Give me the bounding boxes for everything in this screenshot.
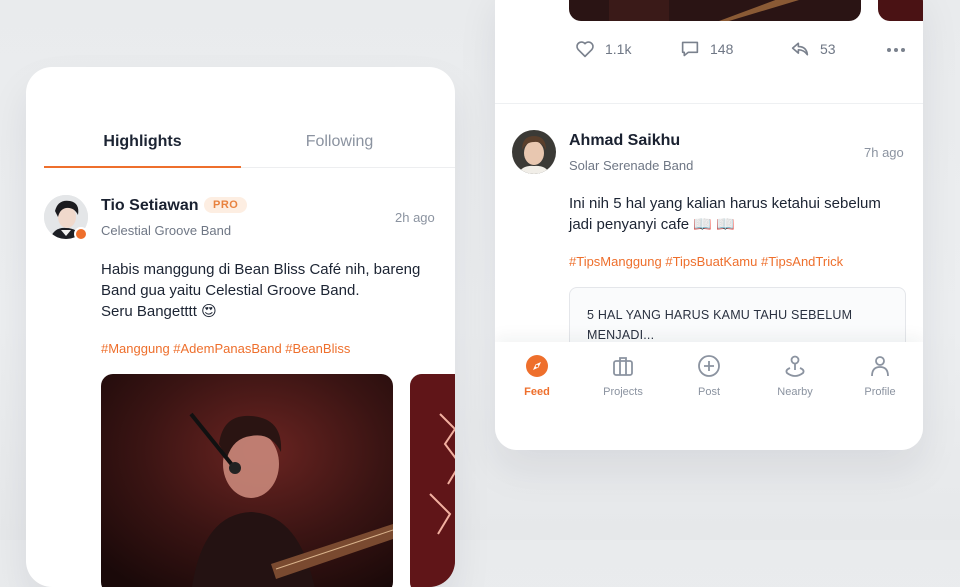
plus-circle-icon xyxy=(698,355,720,377)
nav-projects[interactable]: Projects xyxy=(583,354,663,398)
feed-card-highlights: Highlights Following Tio Setiawan PRO Ce… xyxy=(26,67,455,587)
post-author-band: Celestial Groove Band xyxy=(101,223,232,238)
nav-profile[interactable]: Profile xyxy=(840,354,920,398)
tab-following[interactable]: Following xyxy=(241,121,438,167)
online-status-dot xyxy=(74,227,88,241)
feed-tabs: Highlights Following xyxy=(44,121,455,168)
nav-profile-label: Profile xyxy=(864,386,896,398)
comment-button[interactable]: 148 xyxy=(680,40,733,58)
post-text-line: Habis manggung di Bean Bliss Café nih, b… xyxy=(101,261,421,278)
divider xyxy=(495,103,923,104)
post-actions: 1.1k 148 53 xyxy=(495,40,923,76)
bottom-navigation: Feed Projects Post Nearby Profile xyxy=(495,342,923,450)
like-count: 1.1k xyxy=(605,41,632,57)
feed-card-right: 1.1k 148 53 Ahmad Saikhu Solar Serenade … xyxy=(495,0,923,450)
share-button[interactable]: 53 xyxy=(790,40,836,58)
compass-icon xyxy=(526,355,548,377)
nav-feed-label: Feed xyxy=(524,386,550,398)
post-author-band: Solar Serenade Band xyxy=(569,158,694,173)
more-button[interactable] xyxy=(887,48,905,52)
post-hashtags[interactable]: #Manggung #AdemPanasBand #BeanBliss xyxy=(101,341,350,356)
tab-highlights[interactable]: Highlights xyxy=(44,121,241,168)
post-author-name[interactable]: Ahmad Saikhu xyxy=(569,132,680,150)
heart-icon xyxy=(576,41,594,58)
post-text-line: Ini nih 5 hal yang kalian harus ketahui … xyxy=(569,195,881,212)
post-timestamp: 2h ago xyxy=(395,210,435,225)
post-text: Ini nih 5 hal yang kalian harus ketahui … xyxy=(569,193,909,235)
reply-icon xyxy=(791,42,809,56)
post-photo-singer[interactable] xyxy=(101,374,393,587)
nav-post-label: Post xyxy=(697,386,720,398)
avatar[interactable] xyxy=(512,130,556,174)
nav-projects-label: Projects xyxy=(603,386,643,398)
post-hashtags[interactable]: #TipsManggung #TipsBuatKamu #TipsAndTric… xyxy=(569,254,843,269)
post-timestamp: 7h ago xyxy=(864,145,904,160)
comment-count: 148 xyxy=(710,41,734,57)
post-author-name[interactable]: Tio Setiawan xyxy=(101,197,199,215)
nav-nearby[interactable]: Nearby xyxy=(755,354,835,398)
nav-post[interactable]: Post xyxy=(669,354,749,398)
post-photo-top-2[interactable] xyxy=(878,0,923,21)
post-text-line: Band gua yaitu Celestial Groove Band. xyxy=(101,282,360,299)
article-preview-title: 5 HAL YANG HARUS KAMU TAHU SEBELUM MENJA… xyxy=(587,308,853,342)
nav-nearby-label: Nearby xyxy=(777,386,813,398)
post-text-line: Seru Bangetttt 😍 xyxy=(101,303,217,320)
post-photo-stage[interactable] xyxy=(410,374,455,587)
comment-icon xyxy=(681,41,699,57)
post-photo-top[interactable] xyxy=(569,0,861,21)
like-button[interactable]: 1.1k xyxy=(575,40,631,58)
map-pin-icon xyxy=(785,355,805,377)
post-text-line: jadi penyanyi cafe 📖 📖 xyxy=(569,216,735,233)
more-icon xyxy=(887,48,905,52)
user-icon xyxy=(871,356,889,377)
post-text: Habis manggung di Bean Bliss Café nih, b… xyxy=(101,259,441,322)
nav-feed[interactable]: Feed xyxy=(497,354,577,398)
pro-badge: PRO xyxy=(204,197,248,213)
share-count: 53 xyxy=(820,41,836,57)
briefcase-icon xyxy=(613,357,633,376)
